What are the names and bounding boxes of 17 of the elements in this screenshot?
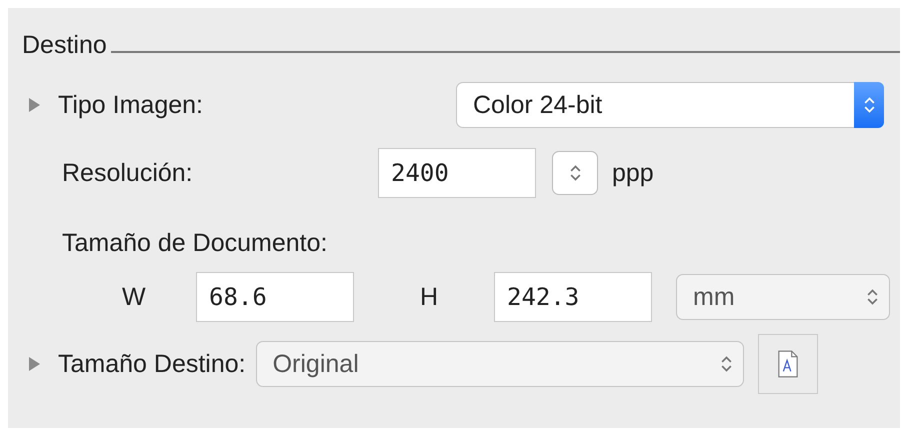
- field-label: Resolución:: [62, 158, 194, 188]
- field-label: Tamaño de Documento:: [62, 228, 328, 258]
- input-field[interactable]: 2400: [378, 148, 536, 198]
- unit-label: ppp: [612, 158, 654, 188]
- field-label: Tipo Imagen:: [58, 90, 204, 120]
- input-field[interactable]: 68.6: [196, 272, 354, 322]
- document-icon: [776, 349, 799, 379]
- field-label: H: [420, 282, 440, 312]
- field-label: W: [122, 282, 147, 312]
- disclosure-triangle[interactable]: [28, 357, 40, 371]
- field-label: Tamaño Destino:: [58, 349, 246, 379]
- disclosure-triangle[interactable]: [28, 98, 40, 112]
- stepper-button[interactable]: [552, 151, 598, 195]
- popup-button[interactable]: Color 24-bit: [456, 82, 884, 128]
- section-title: Destino: [22, 30, 107, 60]
- document-button[interactable]: [758, 334, 818, 394]
- input-field[interactable]: 242.3: [494, 272, 652, 322]
